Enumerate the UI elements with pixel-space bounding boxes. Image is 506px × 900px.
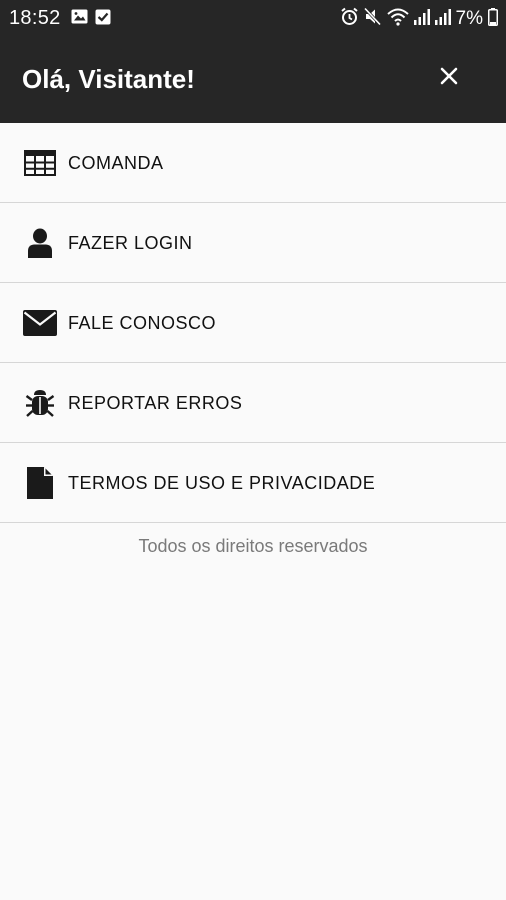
user-icon bbox=[22, 225, 58, 261]
menu-item-contact[interactable]: FALE CONOSCO bbox=[0, 283, 506, 363]
drawer-header: Olá, Visitante! bbox=[0, 36, 506, 123]
envelope-icon bbox=[22, 305, 58, 341]
battery-icon bbox=[488, 7, 498, 31]
file-icon bbox=[22, 465, 58, 501]
header-title: Olá, Visitante! bbox=[22, 64, 195, 94]
battery-percent: 7% bbox=[455, 8, 483, 29]
menu-item-comanda[interactable]: COMANDA bbox=[0, 123, 506, 203]
menu-item-label: FALE CONOSCO bbox=[68, 312, 217, 333]
close-icon bbox=[440, 67, 458, 90]
menu-item-label: COMANDA bbox=[68, 152, 164, 173]
image-icon bbox=[71, 8, 88, 30]
signal-icon bbox=[434, 8, 451, 30]
status-time: 18:52 bbox=[9, 7, 61, 29]
drawer-menu: COMANDA FAZER LOGIN FALE CONOSCO REPORTA… bbox=[0, 123, 506, 523]
menu-item-label: FAZER LOGIN bbox=[68, 232, 193, 253]
alarm-icon bbox=[340, 7, 359, 31]
table-grid-icon bbox=[22, 145, 58, 181]
menu-item-login[interactable]: FAZER LOGIN bbox=[0, 203, 506, 283]
checkbox-icon bbox=[95, 8, 111, 30]
menu-item-report-bugs[interactable]: REPORTAR ERROS bbox=[0, 363, 506, 443]
bug-icon bbox=[22, 385, 58, 421]
menu-item-terms[interactable]: TERMOS DE USO E PRIVACIDADE bbox=[0, 443, 506, 523]
signal-icon bbox=[413, 8, 430, 30]
wifi-icon bbox=[386, 8, 409, 31]
notification-icons bbox=[71, 8, 111, 30]
status-bar: 18:52 7% bbox=[0, 0, 506, 36]
close-button[interactable] bbox=[429, 58, 469, 98]
footer-copyright: Todos os direitos reservados bbox=[138, 536, 368, 556]
system-icons: 7% bbox=[340, 7, 498, 31]
menu-item-label: REPORTAR ERROS bbox=[68, 392, 243, 413]
menu-item-label: TERMOS DE USO E PRIVACIDADE bbox=[68, 472, 376, 493]
mute-icon bbox=[363, 7, 382, 31]
